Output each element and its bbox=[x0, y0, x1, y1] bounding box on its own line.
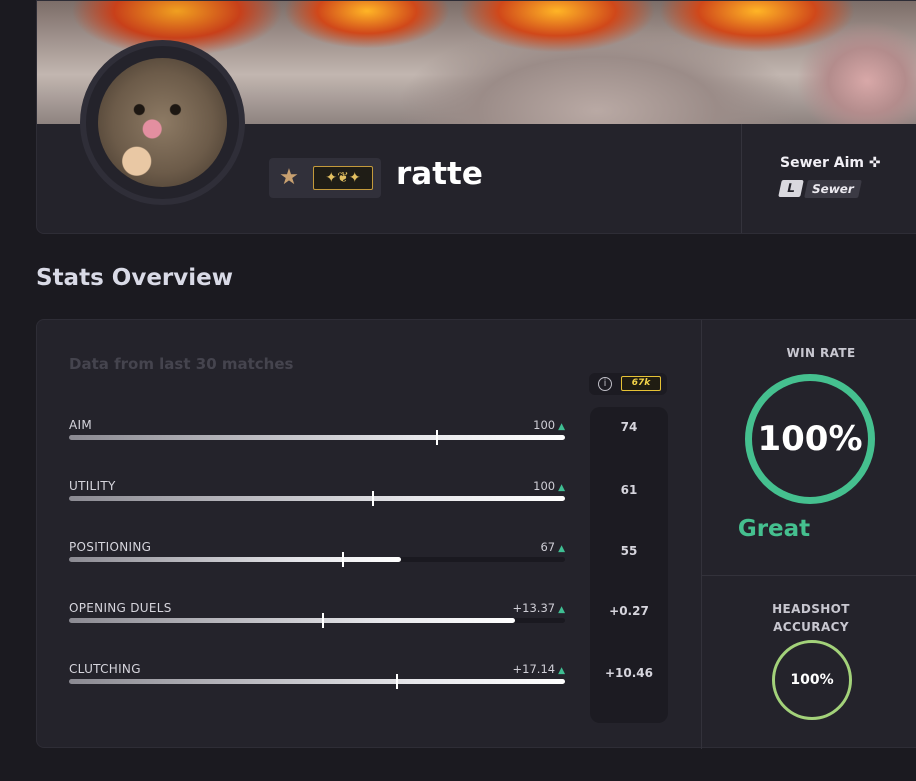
stat-bar-fill bbox=[69, 435, 565, 440]
divider bbox=[701, 575, 916, 576]
team-name[interactable]: Sewer Aim ✜ bbox=[780, 155, 881, 171]
reference-value: 74 bbox=[620, 420, 638, 434]
team-tag[interactable]: Sewer bbox=[804, 180, 862, 198]
stat-bar-marker bbox=[321, 613, 324, 628]
stat-bar bbox=[69, 552, 565, 567]
divider bbox=[741, 124, 742, 233]
stat-bar-fill bbox=[69, 557, 402, 562]
rank-box: ★ ✦❦✦ bbox=[269, 158, 381, 198]
stat-row: OPENING DUELS +13.37 ▲ bbox=[69, 601, 565, 641]
stat-value-text: 100 bbox=[533, 418, 556, 432]
stat-row: POSITIONING 67 ▲ bbox=[69, 540, 565, 580]
stat-value: 100 ▲ bbox=[533, 418, 565, 432]
reference-value: +0.27 bbox=[609, 604, 649, 618]
stat-bar-fill bbox=[69, 496, 565, 501]
win-rate-title: WIN RATE bbox=[786, 346, 856, 360]
win-rate-value: 100% bbox=[757, 419, 863, 459]
stat-bar-marker bbox=[341, 552, 344, 567]
team-logo-icon: L bbox=[778, 180, 804, 197]
stat-bar-fill bbox=[69, 679, 565, 684]
headshot-ring: 100% bbox=[772, 640, 852, 720]
trend-up-icon: ▲ bbox=[558, 483, 565, 493]
stat-bar bbox=[69, 613, 565, 628]
eagle-rank-icon[interactable]: ✦❦✦ bbox=[313, 166, 373, 190]
headshot-title-line: HEADSHOT bbox=[772, 602, 850, 616]
stat-bar bbox=[69, 491, 565, 506]
stat-value-text: 67 bbox=[540, 540, 556, 554]
stat-label: CLUTCHING bbox=[69, 662, 141, 676]
stat-bar-marker bbox=[436, 430, 439, 445]
section-title: Stats Overview bbox=[36, 265, 233, 291]
trend-up-icon: ▲ bbox=[558, 544, 565, 554]
headshot-value: 100% bbox=[790, 672, 834, 688]
stat-label: UTILITY bbox=[69, 479, 116, 493]
stat-bar bbox=[69, 430, 565, 445]
stat-value-text: +13.37 bbox=[512, 601, 556, 615]
stat-label: OPENING DUELS bbox=[69, 601, 172, 615]
trend-up-icon: ▲ bbox=[558, 666, 565, 676]
elo-badge: 67k bbox=[621, 376, 661, 391]
reference-value: 55 bbox=[620, 544, 638, 558]
stat-bar-fill bbox=[69, 618, 516, 623]
headshot-title-line: ACCURACY bbox=[773, 620, 849, 634]
stat-value-text: +17.14 bbox=[512, 662, 556, 676]
info-icon[interactable]: i bbox=[598, 377, 612, 391]
stats-card: Data from last 30 matches i 67k AIM 100 ▲ 7… bbox=[36, 319, 916, 749]
stat-value: 67 ▲ bbox=[540, 540, 565, 554]
stat-row: CLUTCHING +17.14 ▲ bbox=[69, 662, 565, 702]
stat-bar bbox=[69, 674, 565, 689]
trend-up-icon: ▲ bbox=[558, 605, 565, 615]
stat-value: +13.37 ▲ bbox=[513, 601, 565, 615]
avatar-frame bbox=[80, 40, 245, 205]
stat-label: AIM bbox=[69, 418, 93, 432]
headshot-title: HEADSHOT ACCURACY bbox=[701, 600, 916, 636]
stat-bar-marker bbox=[371, 491, 374, 506]
stat-label: POSITIONING bbox=[69, 540, 152, 554]
reference-header: i 67k bbox=[589, 373, 667, 395]
stat-row: UTILITY 100 ▲ bbox=[69, 479, 565, 519]
data-note: Data from last 30 matches bbox=[69, 355, 294, 373]
win-rate-rating: Great bbox=[737, 516, 811, 542]
stat-row: AIM 100 ▲ bbox=[69, 418, 565, 458]
stat-bar-marker bbox=[396, 674, 399, 689]
avatar[interactable] bbox=[98, 58, 227, 187]
reference-value: +10.46 bbox=[604, 666, 653, 680]
stat-value: +17.14 ▲ bbox=[513, 662, 565, 676]
win-rate-ring: 100% bbox=[745, 374, 875, 504]
reference-value: 61 bbox=[620, 483, 638, 497]
stat-value-text: 100 bbox=[533, 479, 556, 493]
stat-value: 100 ▲ bbox=[533, 479, 565, 493]
username: ratte bbox=[396, 156, 483, 192]
trend-up-icon: ▲ bbox=[558, 422, 565, 432]
star-badge-icon: ★ bbox=[279, 165, 299, 190]
